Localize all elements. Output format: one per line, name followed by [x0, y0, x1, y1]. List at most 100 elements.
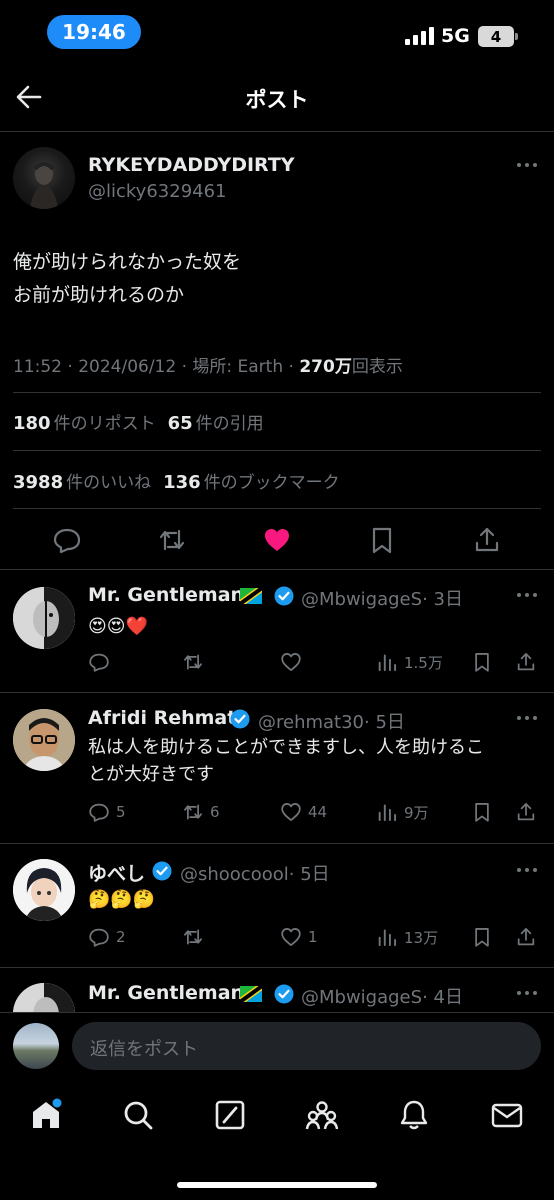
bookmark-icon[interactable] — [367, 525, 397, 555]
post-text-line: お前が助けれるのか — [13, 284, 185, 306]
reply-meta: @rehmat30· 5日 — [258, 708, 405, 734]
reply-meta: @shoocoool· 5日 — [180, 860, 330, 886]
post-time-date: 11:52 · 2024/06/12 · 場所: Earth · — [13, 357, 294, 377]
status-bar: 19:46 5G 4 — [0, 0, 554, 64]
reply-author-name[interactable]: Mr. Gentleman — [88, 584, 244, 606]
repost-stats: 180 件のリポスト 65 件の引用 — [13, 409, 264, 434]
communities-tab-icon[interactable] — [305, 1098, 339, 1132]
reply-avatar[interactable] — [13, 587, 75, 649]
reply-text: 🤔🤔🤔 — [88, 889, 156, 910]
quotes-count[interactable]: 65 — [168, 413, 193, 434]
post-meta: 11:52 · 2024/06/12 · 場所: Earth · 270万回表示 — [13, 352, 403, 377]
reply-age: · 3日 — [422, 589, 463, 610]
divider — [0, 692, 554, 693]
reply-handle[interactable]: @MbwigageS — [301, 589, 422, 610]
divider — [13, 508, 541, 509]
more-options-icon[interactable] — [517, 866, 541, 874]
likes-label[interactable]: 件のいいね — [66, 473, 151, 493]
reply-age: · 5日 — [364, 712, 405, 733]
home-indicator[interactable] — [177, 1182, 377, 1188]
share-button[interactable] — [515, 925, 537, 949]
views-button[interactable]: 13万 — [376, 925, 438, 949]
reply-age: · 5日 — [288, 864, 330, 885]
repost-count: 6 — [210, 803, 220, 821]
author-avatar[interactable] — [13, 147, 75, 209]
reply-input[interactable]: 返信をポスト — [72, 1022, 541, 1070]
reposts-label[interactable]: 件のリポスト — [54, 414, 156, 434]
reply-text: 😍😍❤️ — [88, 616, 148, 637]
repost-icon[interactable] — [157, 525, 187, 555]
views-count[interactable]: 270万 — [299, 357, 352, 377]
more-options-icon[interactable] — [517, 714, 541, 722]
quotes-label[interactable]: 件の引用 — [196, 414, 264, 434]
views-button[interactable]: 1.5万 — [376, 650, 443, 674]
divider — [0, 843, 554, 844]
my-avatar[interactable] — [13, 1023, 59, 1069]
share-button[interactable] — [515, 650, 537, 674]
tanzania-flag-icon — [240, 986, 262, 1002]
divider — [0, 967, 554, 968]
messages-tab-icon[interactable] — [490, 1098, 524, 1132]
views-button[interactable]: 9万 — [376, 800, 429, 824]
view-count: 13万 — [404, 928, 439, 947]
bookmarks-label[interactable]: 件のブックマーク — [204, 473, 340, 493]
reply-meta: @MbwigageS· 3日 — [301, 585, 463, 611]
reply-author-name[interactable]: Afridi Rehmat — [88, 707, 236, 729]
like-count: 44 — [308, 803, 328, 821]
divider — [13, 392, 541, 393]
author-name[interactable]: RYKEYDADDYDIRTY — [88, 154, 295, 176]
reply-handle[interactable]: @rehmat30 — [258, 712, 364, 733]
reply-button[interactable]: 2 — [88, 925, 126, 949]
signal-icon — [405, 27, 435, 45]
share-button[interactable] — [515, 800, 537, 824]
verified-badge-icon — [152, 861, 172, 881]
reply-avatar[interactable] — [13, 709, 75, 771]
verified-badge-icon — [274, 984, 294, 1004]
view-count: 9万 — [404, 803, 429, 822]
divider — [0, 131, 554, 132]
verified-badge-icon — [230, 709, 250, 729]
tanzania-flag-icon — [240, 588, 262, 604]
reply-avatar[interactable] — [13, 859, 75, 921]
reposts-count[interactable]: 180 — [13, 413, 51, 434]
home-tab-icon[interactable] — [29, 1098, 63, 1132]
repost-button[interactable]: 6 — [182, 800, 220, 824]
author-handle[interactable]: @licky6329461 — [88, 181, 227, 202]
post-text: 俺が助けられなかった奴を お前が助けれるのか — [13, 246, 241, 312]
reply-button[interactable]: 5 — [88, 800, 126, 824]
repost-button[interactable] — [182, 650, 210, 674]
like-icon[interactable] — [262, 525, 292, 555]
reply-handle[interactable]: @shoocoool — [180, 864, 289, 885]
notifications-tab-icon[interactable] — [397, 1098, 431, 1132]
reply-handle[interactable]: @MbwigageS — [301, 987, 422, 1008]
reply-icon[interactable] — [52, 525, 82, 555]
like-button[interactable]: 44 — [280, 800, 327, 824]
reply-text-line: とが大好きです — [88, 764, 214, 785]
more-options-icon[interactable] — [517, 161, 541, 169]
repost-button[interactable] — [182, 925, 210, 949]
more-options-icon[interactable] — [517, 989, 541, 997]
header: ポスト — [0, 64, 554, 132]
likes-count[interactable]: 3988 — [13, 472, 63, 493]
like-button[interactable]: 1 — [280, 925, 318, 949]
reply-age: · 4日 — [422, 987, 463, 1008]
search-tab-icon[interactable] — [121, 1098, 155, 1132]
bookmark-button[interactable] — [471, 925, 493, 949]
divider — [13, 450, 541, 451]
reply-button[interactable] — [88, 650, 116, 674]
like-count: 1 — [308, 928, 318, 946]
more-options-icon[interactable] — [517, 591, 541, 599]
bookmark-button[interactable] — [471, 650, 493, 674]
status-time: 19:46 — [47, 15, 141, 49]
reply-count: 2 — [116, 928, 126, 946]
grok-tab-icon[interactable] — [213, 1098, 247, 1132]
like-button[interactable] — [280, 650, 308, 674]
page-title: ポスト — [245, 88, 309, 112]
reply-author-name[interactable]: ゆべし — [88, 859, 145, 886]
bookmarks-count[interactable]: 136 — [163, 472, 201, 493]
share-icon[interactable] — [472, 525, 502, 555]
divider — [0, 569, 554, 570]
bookmark-button[interactable] — [471, 800, 493, 824]
view-count: 1.5万 — [404, 653, 443, 672]
reply-author-name[interactable]: Mr. Gentleman — [88, 982, 244, 1004]
